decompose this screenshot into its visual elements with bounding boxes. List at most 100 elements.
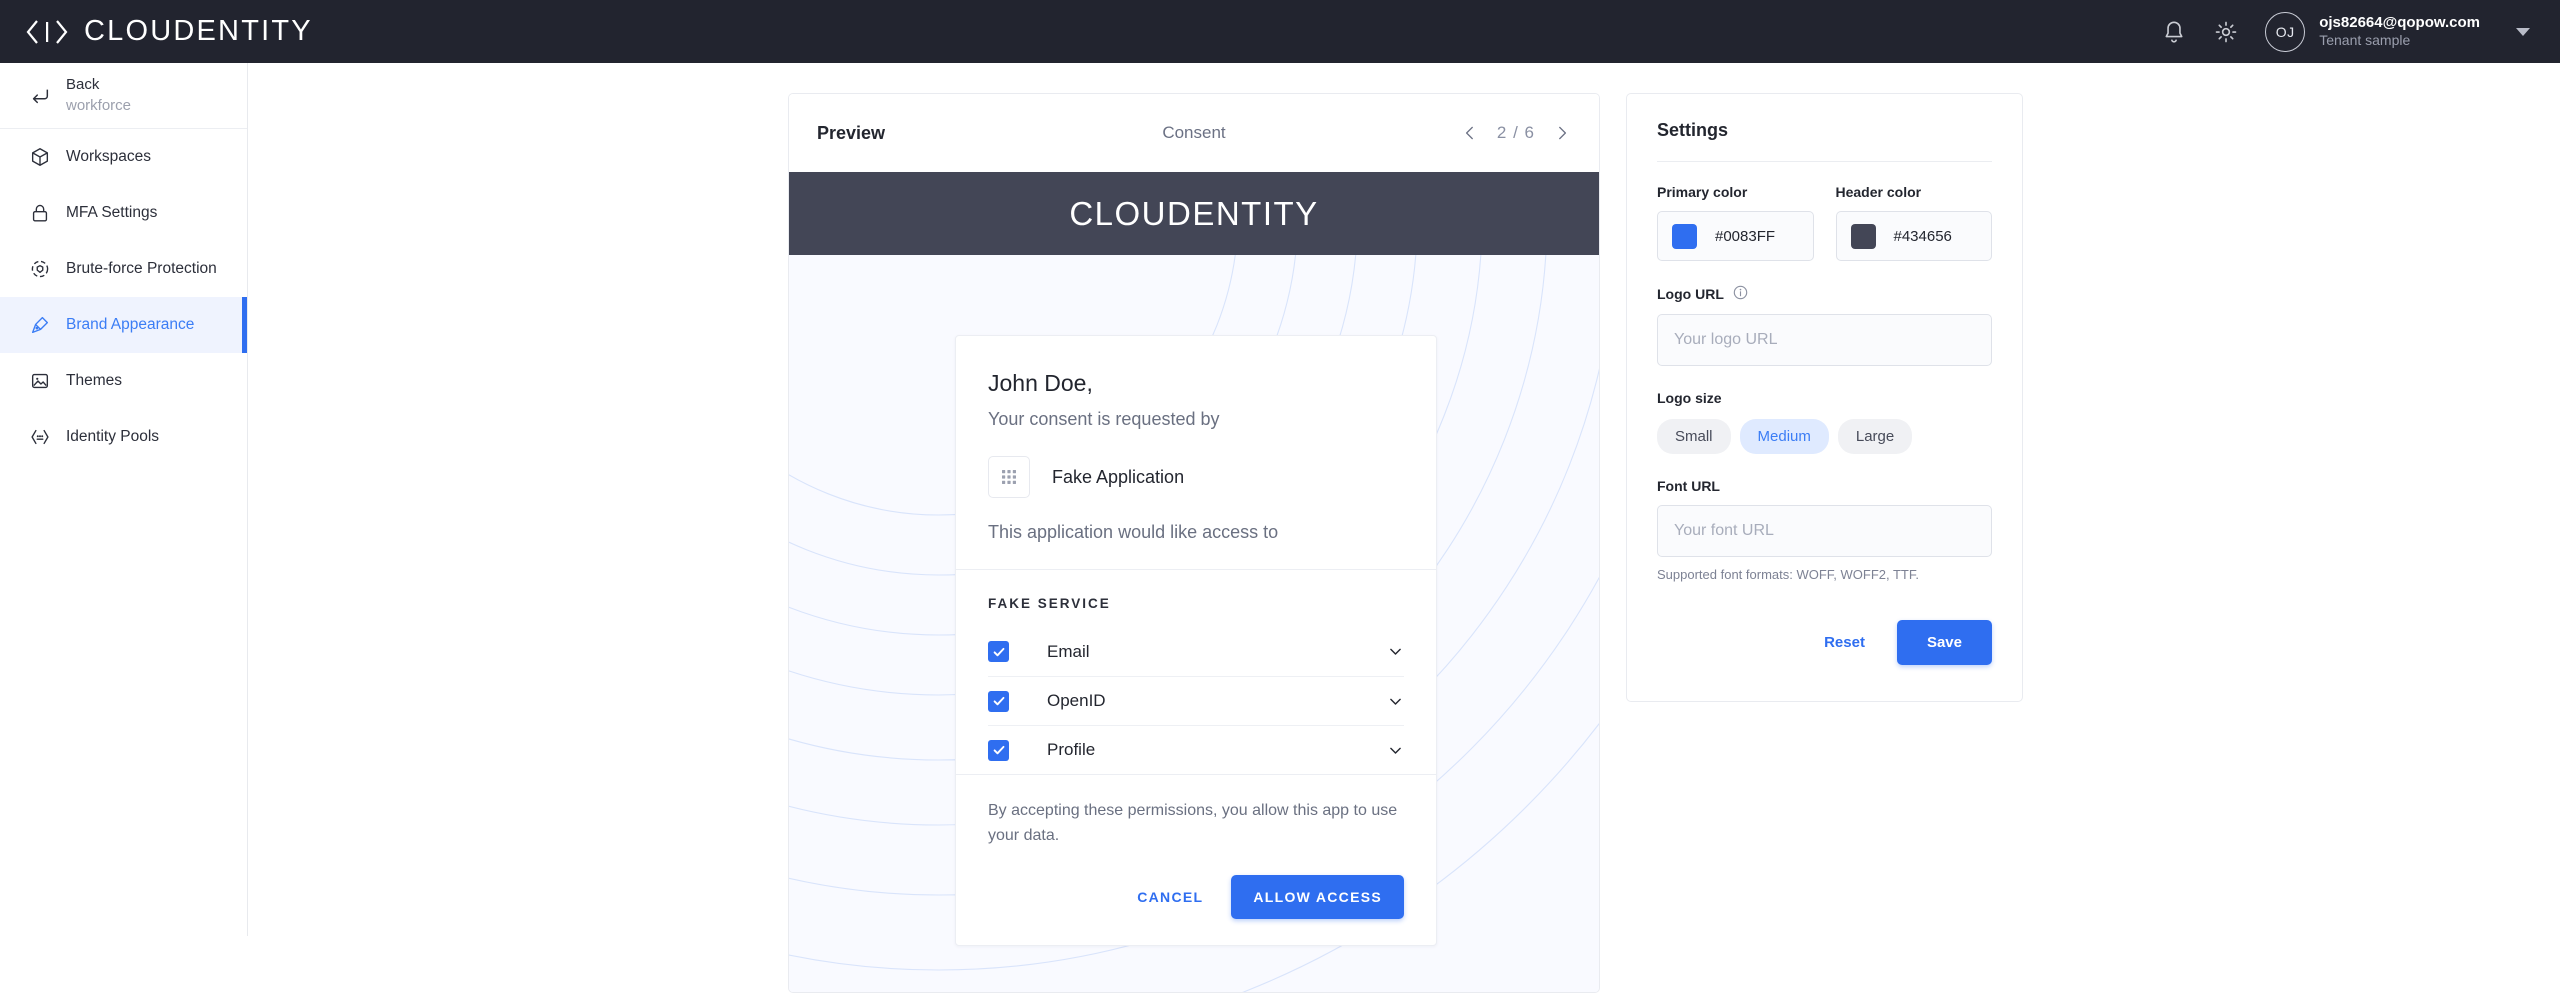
settings-divider <box>1657 161 1992 162</box>
logo-size-option-medium[interactable]: Medium <box>1739 419 1829 454</box>
angle-brackets-logo-icon <box>26 19 68 44</box>
sidebar-back-button[interactable]: Back workforce <box>0 63 247 129</box>
primary-color-field[interactable]: #0083FF <box>1657 211 1814 261</box>
sidebar-item-label: Brand Appearance <box>66 316 195 333</box>
caret-down-icon[interactable] <box>2516 27 2530 36</box>
sidebar: Back workforce Workspaces MFA Settings B… <box>0 63 248 936</box>
sidebar-item-identity-pools[interactable]: Identity Pools <box>0 409 247 465</box>
header-color-value: #434656 <box>1893 227 1952 245</box>
consent-application-name: Fake Application <box>1052 466 1185 487</box>
app-logo[interactable]: CLOUDENTITY <box>24 15 313 48</box>
reset-button[interactable]: Reset <box>1804 621 1885 664</box>
header-color-swatch[interactable] <box>1850 223 1876 249</box>
user-tenant: Tenant sample <box>2319 32 2411 49</box>
image-icon <box>14 370 66 392</box>
back-arrow-icon <box>14 85 66 107</box>
logo-size-group: Logo size Small Medium Large <box>1657 390 1992 454</box>
sidebar-item-label: MFA Settings <box>66 204 158 221</box>
primary-color-group: Primary color #0083FF <box>1657 184 1814 261</box>
consent-note: By accepting these permissions, you allo… <box>988 802 1398 844</box>
scope-row[interactable]: OpenID <box>988 676 1404 725</box>
font-url-label: Font URL <box>1657 478 1720 494</box>
apps-grid-icon <box>988 456 1030 498</box>
preview-toolbar: Preview Consent 2 / 6 <box>789 94 1599 172</box>
settings-panel: Settings Primary color #0083FF Header co… <box>1626 93 2023 702</box>
sidebar-item-themes[interactable]: Themes <box>0 353 247 409</box>
consent-card-footer: By accepting these permissions, you allo… <box>956 774 1436 945</box>
primary-color-value: #0083FF <box>1715 227 1776 245</box>
consent-greeting: John Doe, <box>988 370 1093 396</box>
sidebar-item-label: Identity Pools <box>66 428 160 445</box>
consent-card-header: John Doe, Your consent is requested by F… <box>956 336 1436 569</box>
save-button[interactable]: Save <box>1896 620 1992 665</box>
sidebar-back-sublabel: workforce <box>66 96 132 114</box>
consent-scopes: FAKE SERVICE Email OpenID Profile <box>956 569 1436 774</box>
logo-url-group: Logo URL <box>1657 285 1992 366</box>
gear-icon[interactable] <box>2213 19 2239 45</box>
scope-label: Profile <box>1047 740 1096 759</box>
sidebar-item-brand-appearance[interactable]: Brand Appearance <box>0 297 247 353</box>
consent-access-text: This application would like access to <box>988 522 1279 542</box>
scope-checkbox[interactable] <box>988 641 1009 662</box>
lock-icon <box>14 202 66 224</box>
preview-brand-header-text: CLOUDENTITY <box>1069 194 1319 232</box>
sidebar-item-label: Brute-force Protection <box>66 260 217 277</box>
settings-title: Settings <box>1657 120 1729 140</box>
preview-body: John Doe, Your consent is requested by F… <box>789 255 1599 992</box>
scope-checkbox[interactable] <box>988 690 1009 712</box>
chevron-down-icon[interactable] <box>1387 643 1404 660</box>
main-content: Preview Consent 2 / 6 CLOUDENTITY John D… <box>248 63 2560 993</box>
cancel-button[interactable]: CANCEL <box>1119 877 1221 917</box>
scope-row[interactable]: Email <box>988 627 1404 676</box>
identity-pool-icon <box>14 426 66 448</box>
chevron-left-icon[interactable] <box>1461 124 1479 142</box>
logo-size-label: Logo size <box>1657 390 1722 406</box>
avatar[interactable]: OJ <box>2265 11 2306 52</box>
chevron-down-icon[interactable] <box>1387 742 1404 759</box>
logo-url-label: Logo URL <box>1657 285 1992 303</box>
preview-pager: 2 / 6 <box>1461 123 1571 143</box>
app-logo-text: CLOUDENTITY <box>84 15 313 47</box>
sidebar-item-mfa-settings[interactable]: MFA Settings <box>0 185 247 241</box>
user-info[interactable]: ojs82664@qopow.com Tenant sample <box>2319 13 2480 49</box>
sidebar-back-label: Back <box>66 76 100 93</box>
font-url-group: Font URL Supported font formats: WOFF, W… <box>1657 478 1992 582</box>
chevron-right-icon[interactable] <box>1553 124 1571 142</box>
header-color-group: Header color #434656 <box>1835 184 1992 261</box>
preview-panel: Preview Consent 2 / 6 CLOUDENTITY John D… <box>788 93 1600 993</box>
preview-page-indicator: 2 / 6 <box>1496 123 1535 142</box>
sidebar-item-brute-force-protection[interactable]: Brute-force Protection <box>0 241 247 297</box>
sidebar-item-label: Themes <box>66 372 122 389</box>
logo-size-option-large[interactable]: Large <box>1837 419 1913 454</box>
font-url-input[interactable] <box>1657 505 1992 557</box>
shield-target-icon <box>14 258 66 280</box>
logo-size-option-small[interactable]: Small <box>1657 419 1731 454</box>
scope-label: Email <box>1047 641 1090 661</box>
color-settings-row: Primary color #0083FF Header color #4346… <box>1657 184 1992 261</box>
scope-checkbox[interactable] <box>988 739 1009 761</box>
user-email: ojs82664@qopow.com <box>2319 13 2480 31</box>
preview-label: Preview <box>817 122 886 143</box>
sidebar-item-label: Workspaces <box>66 148 151 165</box>
info-circle-icon[interactable] <box>1733 285 1748 303</box>
consent-actions: CANCEL ALLOW ACCESS <box>988 874 1404 919</box>
primary-color-label: Primary color <box>1657 184 1748 200</box>
scope-label: OpenID <box>1047 691 1106 710</box>
primary-color-swatch[interactable] <box>1672 223 1697 249</box>
preview-brand-header: CLOUDENTITY <box>789 172 1599 255</box>
top-navigation-bar: CLOUDENTITY OJ ojs82664@qopow.com Tenant… <box>0 0 2560 63</box>
logo-url-label-text: Logo URL <box>1657 286 1724 302</box>
allow-access-button[interactable]: ALLOW ACCESS <box>1231 874 1404 919</box>
header-color-field[interactable]: #434656 <box>1835 211 1992 261</box>
bell-icon[interactable] <box>2161 19 2187 45</box>
pen-nib-icon <box>14 314 66 336</box>
logo-url-input[interactable] <box>1657 314 1992 366</box>
sidebar-item-workspaces[interactable]: Workspaces <box>0 129 247 185</box>
header-color-label: Header color <box>1835 184 1922 200</box>
font-format-hint: Supported font formats: WOFF, WOFF2, TTF… <box>1657 567 1919 582</box>
consent-application: Fake Application <box>988 456 1404 498</box>
logo-size-options: Small Medium Large <box>1657 419 1992 454</box>
scope-row[interactable]: Profile <box>988 725 1404 774</box>
consent-subtitle: Your consent is requested by <box>988 409 1220 429</box>
chevron-down-icon[interactable] <box>1387 693 1404 710</box>
